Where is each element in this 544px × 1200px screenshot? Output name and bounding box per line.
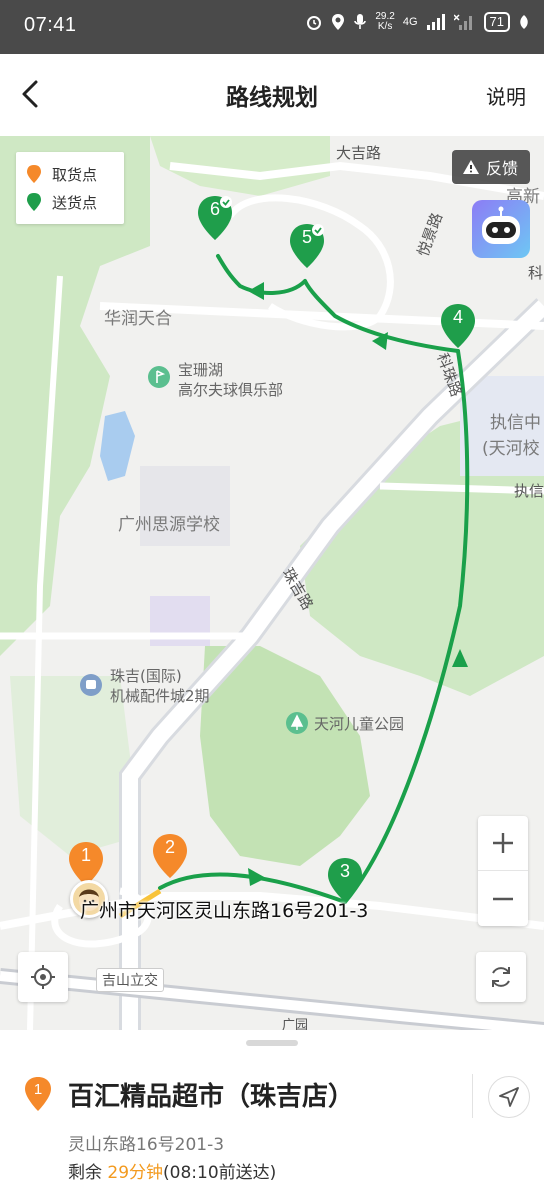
feedback-label: 反馈	[485, 159, 518, 178]
label-siyuan-school: 广州思源学校	[118, 515, 220, 535]
delivery-pin-icon	[27, 193, 41, 211]
battery-indicator: 71	[483, 12, 510, 32]
label-zhixin-school-sub: (天河校	[482, 439, 540, 459]
pickup-marker-label: 2	[164, 837, 175, 857]
leaf-icon	[520, 15, 528, 29]
delivery-marker-label: 6	[209, 199, 220, 219]
zoom-in-button[interactable]	[478, 816, 528, 871]
poi-machinery: 珠吉(国际) 机械配件城2期	[110, 666, 210, 706]
map-legend: 取货点 送货点	[16, 152, 124, 224]
poi-park: 天河儿童公园	[314, 715, 405, 733]
road-label-ke: 科	[528, 264, 544, 282]
remaining-prefix: 剩余	[68, 1163, 102, 1183]
remaining-time: 剩余 29分钟(08:10前送达)	[68, 1158, 276, 1183]
plus-icon	[493, 833, 513, 853]
store-pin: 1	[24, 1076, 52, 1112]
delivery-marker-label: 4	[452, 307, 463, 327]
poi-golf-line2: 高尔夫球俱乐部	[178, 381, 284, 399]
lake	[100, 411, 135, 481]
delivery-marker-5[interactable]: 5	[288, 222, 326, 270]
road-label-daji: 大吉路	[336, 144, 382, 162]
poi-machinery-line2: 机械配件城2期	[110, 687, 210, 705]
help-link[interactable]: 说明	[486, 81, 526, 110]
page-title: 路线规划	[226, 85, 318, 111]
legend-delivery-label: 送货点	[52, 193, 98, 212]
current-address-label: 广州市天河区灵山东路16号201-3	[80, 900, 369, 922]
legend-pickup: 取货点	[26, 160, 114, 188]
zoom-control	[478, 816, 528, 926]
assistant-robot-button[interactable]	[472, 200, 530, 258]
road-label-guangyuan: 广园	[282, 1018, 309, 1030]
store-name: 百汇精品超市（珠吉店）	[68, 1082, 355, 1112]
pickup-marker-2[interactable]: 2	[151, 832, 189, 880]
store-pin-label: 1	[33, 1081, 43, 1098]
signal-icon	[426, 14, 445, 30]
alarm-icon	[307, 16, 322, 30]
legend-delivery: 送货点	[26, 188, 114, 216]
locate-button[interactable]	[18, 952, 68, 1002]
legend-pickup-label: 取货点	[52, 165, 98, 184]
label-zhixin-school: 执信中	[490, 413, 541, 433]
delivery-marker-label: 3	[339, 861, 350, 881]
label-huarun: 华润天合	[104, 309, 172, 329]
route-map[interactable]: 大吉路 悦景路 科珠路 珠吉路 执信 科 高新 执信中 (天河校 华润天合 宝珊…	[0, 136, 544, 1030]
feedback-button[interactable]: 反馈	[451, 150, 530, 184]
label-interchange: 吉山立交	[96, 968, 164, 992]
sheet-divider	[472, 1074, 473, 1118]
microphone-icon	[354, 14, 367, 29]
sheet-drag-handle[interactable]	[246, 1040, 298, 1046]
network-type: 4G	[402, 16, 418, 28]
status-icons: 29.2 K/s 4G 71	[305, 12, 530, 32]
golf-icon	[148, 366, 170, 388]
navigation-arrow-icon	[499, 1087, 519, 1107]
warning-icon	[462, 160, 479, 174]
poi-golf-line1: 宝珊湖	[178, 361, 224, 379]
crosshair-icon	[31, 965, 55, 989]
park-icon	[286, 712, 308, 734]
bus-icon	[80, 674, 102, 696]
navigate-button[interactable]	[488, 1076, 530, 1118]
store-address: 灵山东路16号201-3	[68, 1135, 225, 1155]
signal-off-icon	[453, 14, 472, 30]
speed-unit: K/s	[377, 21, 393, 32]
status-time: 07:41	[24, 14, 77, 36]
zoom-out-button[interactable]	[478, 871, 528, 926]
poi-golf: 宝珊湖 高尔夫球俱乐部	[178, 360, 283, 400]
remaining-deadline: (08:10前送达)	[163, 1163, 277, 1183]
network-speed: 29.2 K/s	[375, 12, 394, 32]
order-sheet: 1 百汇精品超市（珠吉店） 灵山东路16号201-3 剩余 29分钟(08:10…	[0, 1030, 544, 1200]
refresh-route-button[interactable]	[476, 952, 526, 1002]
poi-machinery-line1: 珠吉(国际)	[110, 667, 182, 685]
delivery-marker-label: 5	[301, 227, 312, 247]
location-icon	[332, 14, 345, 30]
minus-icon	[493, 897, 513, 900]
delivery-marker-6[interactable]: 6	[196, 194, 234, 242]
robot-icon	[482, 206, 520, 244]
header: 路线规划 说明	[0, 54, 544, 136]
refresh-icon	[492, 967, 510, 987]
remaining-duration: 29分钟	[107, 1163, 164, 1183]
status-bar: 07:41 29.2 K/s 4G 71	[0, 0, 544, 54]
pickup-pin-icon	[27, 165, 41, 183]
pickup-marker-label: 1	[80, 845, 91, 865]
road-label-zhixin: 执信	[514, 482, 544, 500]
delivery-marker-4[interactable]: 4	[439, 302, 477, 350]
